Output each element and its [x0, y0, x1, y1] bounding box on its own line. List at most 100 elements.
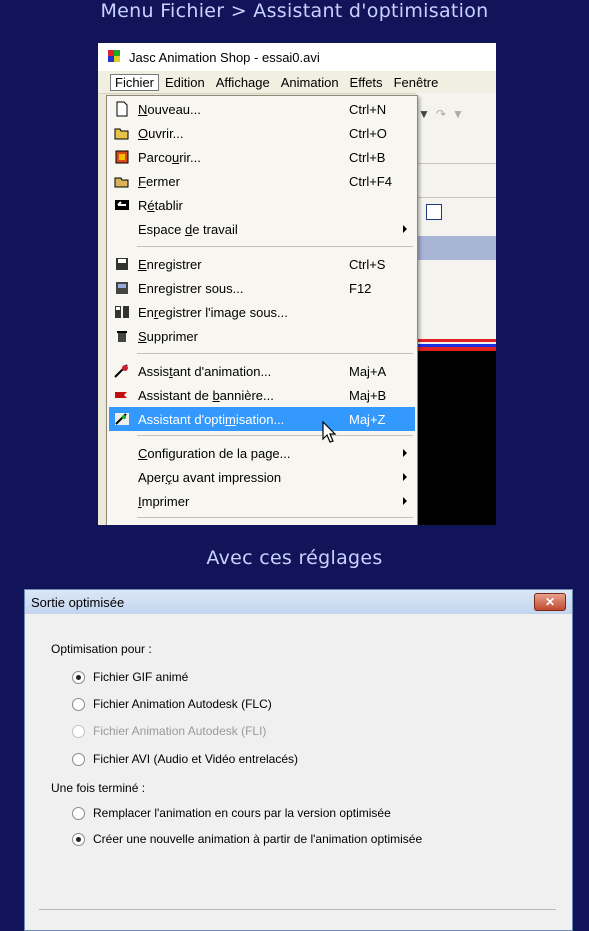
banner-wizard-icon	[113, 386, 131, 404]
menu-item-label: Assistant d'animation...	[138, 363, 272, 379]
menu-affichage[interactable]: Affichage	[211, 75, 275, 90]
menu-item-shortcut: Ctrl+N	[349, 101, 387, 117]
menu-item[interactable]: Ouvrir... Ctrl+O	[109, 121, 415, 145]
dropdown-arrow-icon[interactable]: ▼	[452, 107, 464, 121]
new-file-icon	[113, 100, 131, 118]
radio-indicator[interactable]	[72, 697, 85, 711]
trash-icon	[113, 327, 131, 345]
icon-placeholder	[113, 492, 131, 510]
menu-item-label: Enregistrer	[138, 256, 202, 272]
menu-item-label: Espace de travail	[138, 221, 238, 237]
menu-separator	[137, 517, 413, 518]
menu-item-label: Fermer	[138, 173, 180, 189]
menu-separator	[137, 246, 413, 247]
radio-gif-animated[interactable]: Fichier GIF animé	[72, 670, 188, 684]
menu-item[interactable]: Aperçu avant impression	[109, 465, 415, 489]
toolbar-divider	[416, 197, 496, 198]
toolbar-divider	[416, 163, 496, 164]
icon-placeholder	[113, 444, 131, 462]
menu-item[interactable]: Enregistrer Ctrl+S	[109, 252, 415, 276]
app-title: Jasc Animation Shop - essai0.avi	[129, 49, 320, 65]
dialog-titlebar: Sortie optimisée	[25, 590, 572, 614]
browse-icon	[113, 148, 131, 166]
radio-indicator[interactable]	[72, 832, 85, 846]
revert-icon	[113, 196, 131, 214]
radio-flc[interactable]: Fichier Animation Autodesk (FLC)	[72, 697, 272, 711]
menu-item-label: Ouvrir...	[138, 125, 184, 141]
optimization-wizard-icon	[113, 410, 131, 428]
animation-wizard-icon	[113, 362, 131, 380]
dropdown-arrow-icon[interactable]: ▼	[418, 107, 430, 121]
menu-edition[interactable]: Edition	[160, 75, 210, 90]
save-frames-icon	[113, 303, 131, 321]
menu-fichier[interactable]: Fichier	[110, 73, 160, 91]
animation-canvas	[416, 339, 496, 525]
radio-indicator[interactable]	[72, 670, 85, 684]
save-icon	[113, 255, 131, 273]
mouse-cursor-icon	[322, 421, 337, 443]
menu-item-label: Configuration de la page...	[138, 445, 291, 461]
icon-placeholder	[113, 220, 131, 238]
redo-icon[interactable]: ↷	[436, 107, 446, 121]
menu-item[interactable]: Parcourir... Ctrl+B	[109, 145, 415, 169]
menu-item[interactable]: Configuration de la page...	[109, 441, 415, 465]
menu-item[interactable]: Supprimer	[109, 324, 415, 348]
menu-item[interactable]: Assistant d'animation... Maj+A	[109, 359, 415, 383]
menu-item-label: Imprimer	[138, 493, 190, 509]
menu-item-label: Enregistrer l'image sous...	[138, 304, 288, 320]
menu-item[interactable]: Assistant de bannière... Maj+B	[109, 383, 415, 407]
menu-item-label: Assistant d'optimisation...	[138, 411, 285, 427]
radio-indicator	[72, 724, 85, 738]
menu-item[interactable]: Nouveau... Ctrl+N	[109, 97, 415, 121]
app-titlebar: Jasc Animation Shop - essai0.avi	[98, 43, 496, 71]
close-folder-icon	[113, 172, 131, 190]
menu-item-shortcut: Ctrl+B	[349, 149, 386, 165]
menu-item[interactable]: Imprimer	[109, 489, 415, 513]
menu-item-label: Enregistrer sous...	[138, 280, 244, 296]
menu-item-shortcut: Ctrl+F4	[349, 173, 392, 189]
caption-settings: Avec ces réglages	[206, 547, 383, 569]
menu-item-shortcut: Maj+A	[349, 363, 387, 379]
menu-item-shortcut: Ctrl+S	[349, 256, 386, 272]
radio-indicator[interactable]	[72, 806, 85, 820]
menu-item[interactable]: Assistant d'optimisation... Maj+Z	[109, 407, 415, 431]
menu-item[interactable]: Enregistrer l'image sous...	[109, 300, 415, 324]
menu-item-label: Supprimer	[138, 328, 198, 344]
radio-label: Remplacer l'animation en cours par la ve…	[93, 806, 391, 820]
menu-item-label: Aperçu avant impression	[138, 469, 282, 485]
menu-item[interactable]: Rétablir	[109, 193, 415, 217]
radio-avi[interactable]: Fichier AVI (Audio et Vidéo entrelacés)	[72, 752, 298, 766]
menu-separator	[137, 353, 413, 354]
dialog-divider	[39, 909, 556, 910]
optimized-output-dialog: Sortie optimisée ✕ Optimisation pour : F…	[24, 589, 573, 931]
rectangle-tool-icon[interactable]	[426, 204, 442, 220]
menu-item-shortcut: Ctrl+O	[349, 125, 387, 141]
menubar: Fichier Edition Affichage Animation Effe…	[98, 71, 496, 94]
canvas-stripes	[416, 339, 496, 351]
menu-animation[interactable]: Animation	[276, 75, 344, 90]
menu-separator	[137, 435, 413, 436]
open-folder-icon	[113, 124, 131, 142]
menu-effets[interactable]: Effets	[345, 75, 388, 90]
radio-fli: Fichier Animation Autodesk (FLI)	[72, 724, 266, 738]
toolbar-fragment: ▼ ↷ ▼	[416, 93, 496, 135]
caption-menu-path: Menu Fichier > Assistant d'optimisation	[100, 0, 489, 22]
radio-indicator[interactable]	[72, 752, 85, 766]
when-done-label: Une fois terminé :	[51, 781, 146, 795]
menu-item-label: Parcourir...	[138, 149, 201, 165]
menu-item[interactable]: Fermer Ctrl+F4	[109, 169, 415, 193]
menu-item[interactable]: Enregistrer sous... F12	[109, 276, 415, 300]
radio-label: Fichier GIF animé	[93, 670, 189, 684]
menu-fenetre[interactable]: Fenêtre	[389, 75, 444, 90]
radio-label: Fichier AVI (Audio et Vidéo entrelacés)	[93, 752, 298, 766]
menu-item-shortcut: Maj+B	[349, 387, 387, 403]
submenu-arrow-icon	[403, 497, 407, 505]
menu-item-shortcut: F12	[349, 280, 372, 296]
close-button[interactable]: ✕	[534, 593, 566, 611]
radio-replace-animation[interactable]: Remplacer l'animation en cours par la ve…	[72, 806, 391, 820]
menu-item-shortcut: Maj+Z	[349, 411, 386, 427]
submenu-arrow-icon	[403, 473, 407, 481]
menu-item[interactable]: Espace de travail	[109, 217, 415, 241]
menu-item-label: Assistant de bannière...	[138, 387, 274, 403]
radio-new-animation[interactable]: Créer une nouvelle animation à partir de…	[72, 832, 422, 846]
